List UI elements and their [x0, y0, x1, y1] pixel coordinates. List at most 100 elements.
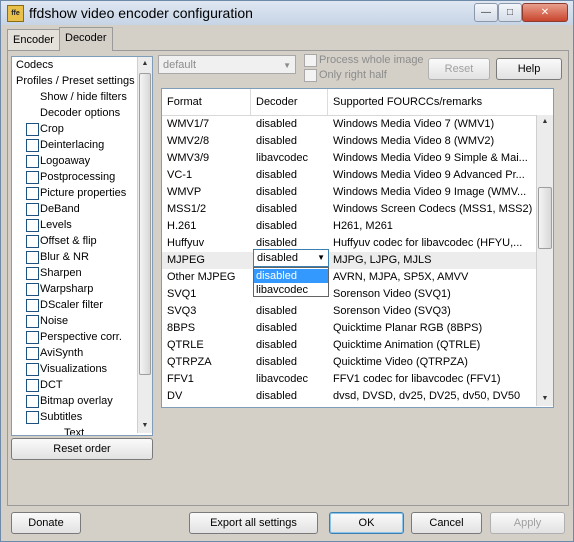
- header-remarks[interactable]: Supported FOURCCs/remarks: [328, 89, 553, 115]
- export-all-settings-button[interactable]: Export all settings: [189, 512, 318, 534]
- ok-button[interactable]: OK: [329, 512, 404, 534]
- table-row[interactable]: MSS1/2 disabled Windows Screen Codecs (MSS…: [162, 201, 536, 218]
- filter-checkbox[interactable]: [26, 155, 39, 168]
- table-row[interactable]: VC-1 disabled Windows Media Video 9 Advanc…: [162, 167, 536, 184]
- table-scrollbar[interactable]: ▲ ▼: [536, 115, 553, 406]
- table-row[interactable]: H.261 disabled H261, M261: [162, 218, 536, 235]
- tree-item[interactable]: Decoder options: [40, 105, 120, 121]
- filter-item[interactable]: Warpsharp: [40, 281, 93, 297]
- filter-checkbox[interactable]: [26, 171, 39, 184]
- table-row[interactable]: Other MJPEG AVRN, MJPA, SP5X, AMVV: [162, 269, 536, 286]
- filter-checkbox[interactable]: [26, 235, 39, 248]
- decoder-cell: disabled: [256, 135, 297, 147]
- remarks-cell: Sorenson Video (SVQ1): [333, 288, 451, 300]
- tab-encoder-label: Encoder: [13, 34, 54, 46]
- decoder-cell: disabled: [256, 118, 297, 130]
- filter-item[interactable]: Picture properties: [40, 185, 126, 201]
- filter-item[interactable]: DCT: [40, 377, 63, 393]
- filter-item[interactable]: Levels: [40, 217, 72, 233]
- dropdown-option-disabled[interactable]: disabled: [254, 269, 328, 283]
- title-bar: ffe ffdshow video encoder configuration …: [1, 1, 573, 25]
- filter-item[interactable]: DScaler filter: [40, 297, 103, 313]
- table-row[interactable]: WMV3/9 libavcodec Windows Media Video 9 Si…: [162, 150, 536, 167]
- filter-checkbox[interactable]: [26, 283, 39, 296]
- maximize-icon[interactable]: □: [498, 3, 522, 22]
- table-row[interactable]: QTRPZA disabled Quicktime Video (QTRPZA): [162, 354, 536, 371]
- filter-checkbox[interactable]: [26, 123, 39, 136]
- filter-item[interactable]: AviSynth: [40, 345, 83, 361]
- tree-item[interactable]: Codecs: [16, 57, 53, 73]
- filter-checkbox[interactable]: [26, 411, 39, 424]
- filter-checkbox[interactable]: [26, 347, 39, 360]
- filter-checkbox[interactable]: [26, 331, 39, 344]
- tree-item[interactable]: Show / hide filters: [40, 89, 127, 105]
- filter-checkbox[interactable]: [26, 203, 39, 216]
- tree-scrollbar[interactable]: ▲ ▼: [137, 57, 152, 433]
- filter-item[interactable]: DeBand: [40, 201, 80, 217]
- header-format[interactable]: Format: [162, 89, 251, 115]
- tab-encoder[interactable]: Encoder: [7, 29, 60, 50]
- table-row[interactable]: QTRLE disabled Quicktime Animation (QTRLE): [162, 337, 536, 354]
- filter-item[interactable]: Subtitles: [40, 409, 82, 425]
- filter-item[interactable]: Visualizations: [40, 361, 107, 377]
- remarks-cell: Windows Media Video 9 Advanced Pr...: [333, 169, 525, 181]
- close-icon[interactable]: ✕: [522, 3, 568, 22]
- table-row[interactable]: SVQ1 Sorenson Video (SVQ1): [162, 286, 536, 303]
- tab-decoder[interactable]: Decoder: [59, 27, 113, 51]
- filter-item[interactable]: Noise: [40, 313, 68, 329]
- filter-item[interactable]: Logoaway: [40, 153, 90, 169]
- filter-checkbox[interactable]: [26, 315, 39, 328]
- filter-checkbox[interactable]: [26, 187, 39, 200]
- scroll-down-icon[interactable]: ▼: [138, 419, 152, 433]
- table-row[interactable]: SVQ3 disabled Sorenson Video (SVQ3): [162, 303, 536, 320]
- scroll-up-icon[interactable]: ▲: [138, 57, 152, 71]
- scroll-down-icon[interactable]: ▼: [537, 392, 553, 406]
- apply-button[interactable]: Apply: [490, 512, 565, 534]
- filter-checkbox[interactable]: [26, 219, 39, 232]
- header-decoder[interactable]: Decoder: [251, 89, 328, 115]
- filter-checkbox[interactable]: [26, 139, 39, 152]
- help-button[interactable]: Help: [496, 58, 562, 80]
- remarks-cell: Windows Screen Codecs (MSS1, MSS2): [333, 203, 533, 215]
- table-scroll-thumb[interactable]: [538, 187, 552, 249]
- donate-button[interactable]: Donate: [11, 512, 81, 534]
- cancel-button[interactable]: Cancel: [411, 512, 482, 534]
- remarks-cell: Windows Media Video 9 Image (WMV...: [333, 186, 527, 198]
- format-cell: 8BPS: [167, 322, 196, 334]
- table-row[interactable]: WMVP disabled Windows Media Video 9 Image …: [162, 184, 536, 201]
- reset-button[interactable]: Reset: [428, 58, 490, 80]
- tree-scroll-thumb[interactable]: [139, 73, 151, 375]
- filter-item[interactable]: Crop: [40, 121, 64, 137]
- filter-checkbox[interactable]: [26, 379, 39, 392]
- filter-item[interactable]: Offset & flip: [40, 233, 97, 249]
- tree-item[interactable]: Text: [64, 425, 84, 435]
- filter-checkbox[interactable]: [26, 299, 39, 312]
- tree-item[interactable]: Profiles / Preset settings: [16, 73, 135, 89]
- filter-item[interactable]: Blur & NR: [40, 249, 89, 265]
- filter-checkbox[interactable]: [26, 395, 39, 408]
- decoder-cell: disabled: [256, 322, 297, 334]
- table-row[interactable]: WMV2/8 disabled Windows Media Video 8 (WMV…: [162, 133, 536, 150]
- dropdown-option-libavcodec[interactable]: libavcodec: [254, 283, 328, 297]
- table-row[interactable]: Huffyuv disabled Huffyuv codec for libavco…: [162, 235, 536, 252]
- table-row[interactable]: WMV1/7 disabled Windows Media Video 7 (WMV…: [162, 116, 536, 133]
- filter-item[interactable]: Perspective corr.: [40, 329, 122, 345]
- filter-item[interactable]: Sharpen: [40, 265, 82, 281]
- filter-item[interactable]: Deinterlacing: [40, 137, 104, 153]
- reset-order-button[interactable]: Reset order: [11, 438, 153, 460]
- table-row[interactable]: MJPEG disabled MJPG, LJPG, MJLS: [162, 252, 536, 269]
- table-row[interactable]: 8BPS disabled Quicktime Planar RGB (8BPS): [162, 320, 536, 337]
- filter-checkbox[interactable]: [26, 267, 39, 280]
- table-row[interactable]: FFV1 libavcodec FFV1 codec for libavcodec …: [162, 371, 536, 388]
- app-icon: ffe: [7, 5, 24, 22]
- decoder-dropdown[interactable]: disabled ▼: [253, 249, 329, 267]
- filter-item[interactable]: Postprocessing: [40, 169, 115, 185]
- filter-checkbox[interactable]: [26, 251, 39, 264]
- filter-item[interactable]: Bitmap overlay: [40, 393, 113, 409]
- remarks-cell: MJPG, LJPG, MJLS: [333, 254, 432, 266]
- table-row[interactable]: DV disabled dvsd, DVSD, dv25, DV25, dv50, …: [162, 388, 536, 405]
- scroll-up-icon[interactable]: ▲: [537, 115, 553, 129]
- filter-checkbox[interactable]: [26, 363, 39, 376]
- preset-select[interactable]: default ▼: [158, 55, 296, 74]
- minimize-icon[interactable]: —: [474, 3, 498, 22]
